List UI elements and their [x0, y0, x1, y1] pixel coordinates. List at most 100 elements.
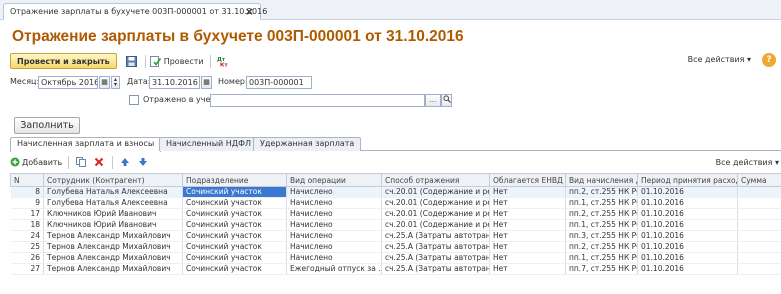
cell-department[interactable]: Сочинский участок: [182, 208, 287, 220]
help-icon[interactable]: ?: [762, 53, 776, 67]
cell-employee[interactable]: Ключников Юрий Иванович: [43, 208, 183, 220]
number-field[interactable]: 003П-000001: [246, 76, 312, 89]
cell-employee[interactable]: Ключников Юрий Иванович: [43, 219, 183, 231]
dt-kt-icon[interactable]: Дт Кт: [215, 54, 229, 68]
month-field[interactable]: Октябрь 2016: [38, 76, 98, 89]
cell-employee[interactable]: Голубева Наталья Алексеевна: [43, 197, 183, 209]
column-header[interactable]: Сумма: [737, 173, 781, 187]
table-row[interactable]: 8 Голубева Наталья Алексеевна Сочинский …: [10, 186, 781, 198]
cell-method[interactable]: сч.20.01 (Содержание и ре...: [381, 208, 490, 220]
cell-operation[interactable]: Начислено: [286, 230, 382, 242]
cell-department[interactable]: Сочинский участок: [182, 241, 287, 253]
all-actions-menu[interactable]: Все действия ▾: [688, 55, 751, 64]
delete-icon[interactable]: [92, 155, 106, 169]
cell-period[interactable]: 01.10.2016: [637, 208, 738, 220]
table-row[interactable]: 27 Тернов Александр Михайлович Сочинский…: [10, 263, 781, 275]
column-header[interactable]: Сотрудник (Контрагент): [43, 173, 183, 187]
cell-envd[interactable]: Нет: [489, 186, 566, 198]
search-icon[interactable]: [441, 94, 452, 107]
save-icon[interactable]: [125, 54, 139, 68]
cell-employee[interactable]: Тернов Александр Михайлович: [43, 263, 183, 275]
cell-accrual-type[interactable]: пп.3, ст.255 НК РФ: [565, 230, 638, 242]
cell-method[interactable]: сч.20.01 (Содержание и ре...: [381, 186, 490, 198]
cell-envd[interactable]: Нет: [489, 219, 566, 231]
table-row[interactable]: 18 Ключников Юрий Иванович Сочинский уча…: [10, 219, 781, 231]
cell-number[interactable]: 26: [10, 252, 44, 264]
move-up-icon[interactable]: [118, 155, 132, 169]
reflected-checkbox[interactable]: [129, 95, 139, 105]
document-tab[interactable]: Отражение зарплаты в бухучете 003П-00000…: [3, 3, 267, 20]
cell-department[interactable]: Сочинский участок: [182, 230, 287, 242]
tab-accrued-ndfl[interactable]: Начисленный НДФЛ: [159, 137, 258, 151]
cell-operation[interactable]: Начислено: [286, 208, 382, 220]
close-icon[interactable]: ×: [245, 5, 254, 18]
column-header[interactable]: Период принятия расходов: [637, 173, 738, 187]
cell-amount[interactable]: [737, 263, 781, 275]
cell-envd[interactable]: Нет: [489, 241, 566, 253]
cell-number[interactable]: 9: [10, 197, 44, 209]
cell-number[interactable]: 27: [10, 263, 44, 275]
add-button[interactable]: Добавить: [10, 157, 62, 167]
cell-period[interactable]: 01.10.2016: [637, 241, 738, 253]
cell-envd[interactable]: Нет: [489, 208, 566, 220]
cell-amount[interactable]: [737, 219, 781, 231]
cell-amount[interactable]: [737, 230, 781, 242]
select-button[interactable]: ...: [425, 94, 441, 107]
month-stepper[interactable]: ▴ ▾: [111, 76, 120, 89]
table-row[interactable]: 17 Ключников Юрий Иванович Сочинский уча…: [10, 208, 781, 220]
cell-operation[interactable]: Ежегодный отпуск за ...: [286, 263, 382, 275]
cell-amount[interactable]: [737, 241, 781, 253]
cell-amount[interactable]: [737, 186, 781, 198]
cell-department[interactable]: Сочинский участок: [182, 219, 287, 231]
cell-amount[interactable]: [737, 208, 781, 220]
column-header[interactable]: Способ отражения: [381, 173, 490, 187]
cell-accrual-type[interactable]: пп.2, ст.255 НК РФ: [565, 208, 638, 220]
cell-accrual-type[interactable]: пп.2, ст.255 НК РФ: [565, 186, 638, 198]
fill-button[interactable]: Заполнить: [14, 117, 80, 134]
cell-envd[interactable]: Нет: [489, 197, 566, 209]
cell-accrual-type[interactable]: пп.1, ст.255 НК РФ: [565, 219, 638, 231]
table-row[interactable]: 25 Тернов Александр Михайлович Сочинский…: [10, 241, 781, 253]
cell-number[interactable]: 17: [10, 208, 44, 220]
cell-method[interactable]: сч.20.01 (Содержание и ре...: [381, 219, 490, 231]
cell-accrual-type[interactable]: пп.1, ст.255 НК РФ: [565, 197, 638, 209]
cell-number[interactable]: 18: [10, 219, 44, 231]
column-header[interactable]: Вид начисления д...: [565, 173, 638, 187]
table-row[interactable]: 24 Тернов Александр Михайлович Сочинский…: [10, 230, 781, 242]
cell-employee[interactable]: Тернов Александр Михайлович: [43, 241, 183, 253]
table-row[interactable]: 9 Голубева Наталья Алексеевна Сочинский …: [10, 197, 781, 209]
cell-accrual-type[interactable]: пп.1, ст.255 НК РФ: [565, 252, 638, 264]
move-down-icon[interactable]: [136, 155, 150, 169]
cell-envd[interactable]: Нет: [489, 230, 566, 242]
cell-method[interactable]: сч.20.01 (Содержание и ре...: [381, 197, 490, 209]
cell-envd[interactable]: Нет: [489, 263, 566, 275]
cell-method[interactable]: сч.25.А (Затраты автотран...: [381, 241, 490, 253]
cell-department[interactable]: Сочинский участок: [182, 252, 287, 264]
date-calendar-icon[interactable]: ▦: [201, 76, 212, 89]
copy-icon[interactable]: [74, 155, 88, 169]
cell-operation[interactable]: Начислено: [286, 219, 382, 231]
cell-number[interactable]: 25: [10, 241, 44, 253]
cell-method[interactable]: сч.25.А (Затраты автотран...: [381, 230, 490, 242]
cell-period[interactable]: 01.10.2016: [637, 230, 738, 242]
column-header[interactable]: Подразделение: [182, 173, 287, 187]
date-field[interactable]: 31.10.2016: [149, 76, 200, 89]
tab-withheld-salary[interactable]: Удержанная зарплата: [253, 137, 362, 151]
cell-method[interactable]: сч.25.А (Затраты автотран...: [381, 252, 490, 264]
cell-accrual-type[interactable]: пп.2, ст.255 НК РФ: [565, 241, 638, 253]
column-header[interactable]: Вид операции: [286, 173, 382, 187]
cell-number[interactable]: 24: [10, 230, 44, 242]
cell-period[interactable]: 01.10.2016: [637, 197, 738, 209]
column-header[interactable]: Облагается ЕНВД: [489, 173, 566, 187]
cell-employee[interactable]: Голубева Наталья Алексеевна: [43, 186, 183, 198]
cell-number[interactable]: 8: [10, 186, 44, 198]
calendar-icon[interactable]: ▦: [99, 76, 110, 89]
cell-operation[interactable]: Начислено: [286, 197, 382, 209]
cell-method[interactable]: сч.25.А (Затраты автотран...: [381, 263, 490, 275]
cell-department[interactable]: Сочинский участок: [182, 186, 287, 198]
column-header[interactable]: N: [10, 173, 44, 187]
cell-operation[interactable]: Начислено: [286, 252, 382, 264]
cell-amount[interactable]: [737, 197, 781, 209]
cell-department[interactable]: Сочинский участок: [182, 263, 287, 275]
cell-department[interactable]: Сочинский участок: [182, 197, 287, 209]
